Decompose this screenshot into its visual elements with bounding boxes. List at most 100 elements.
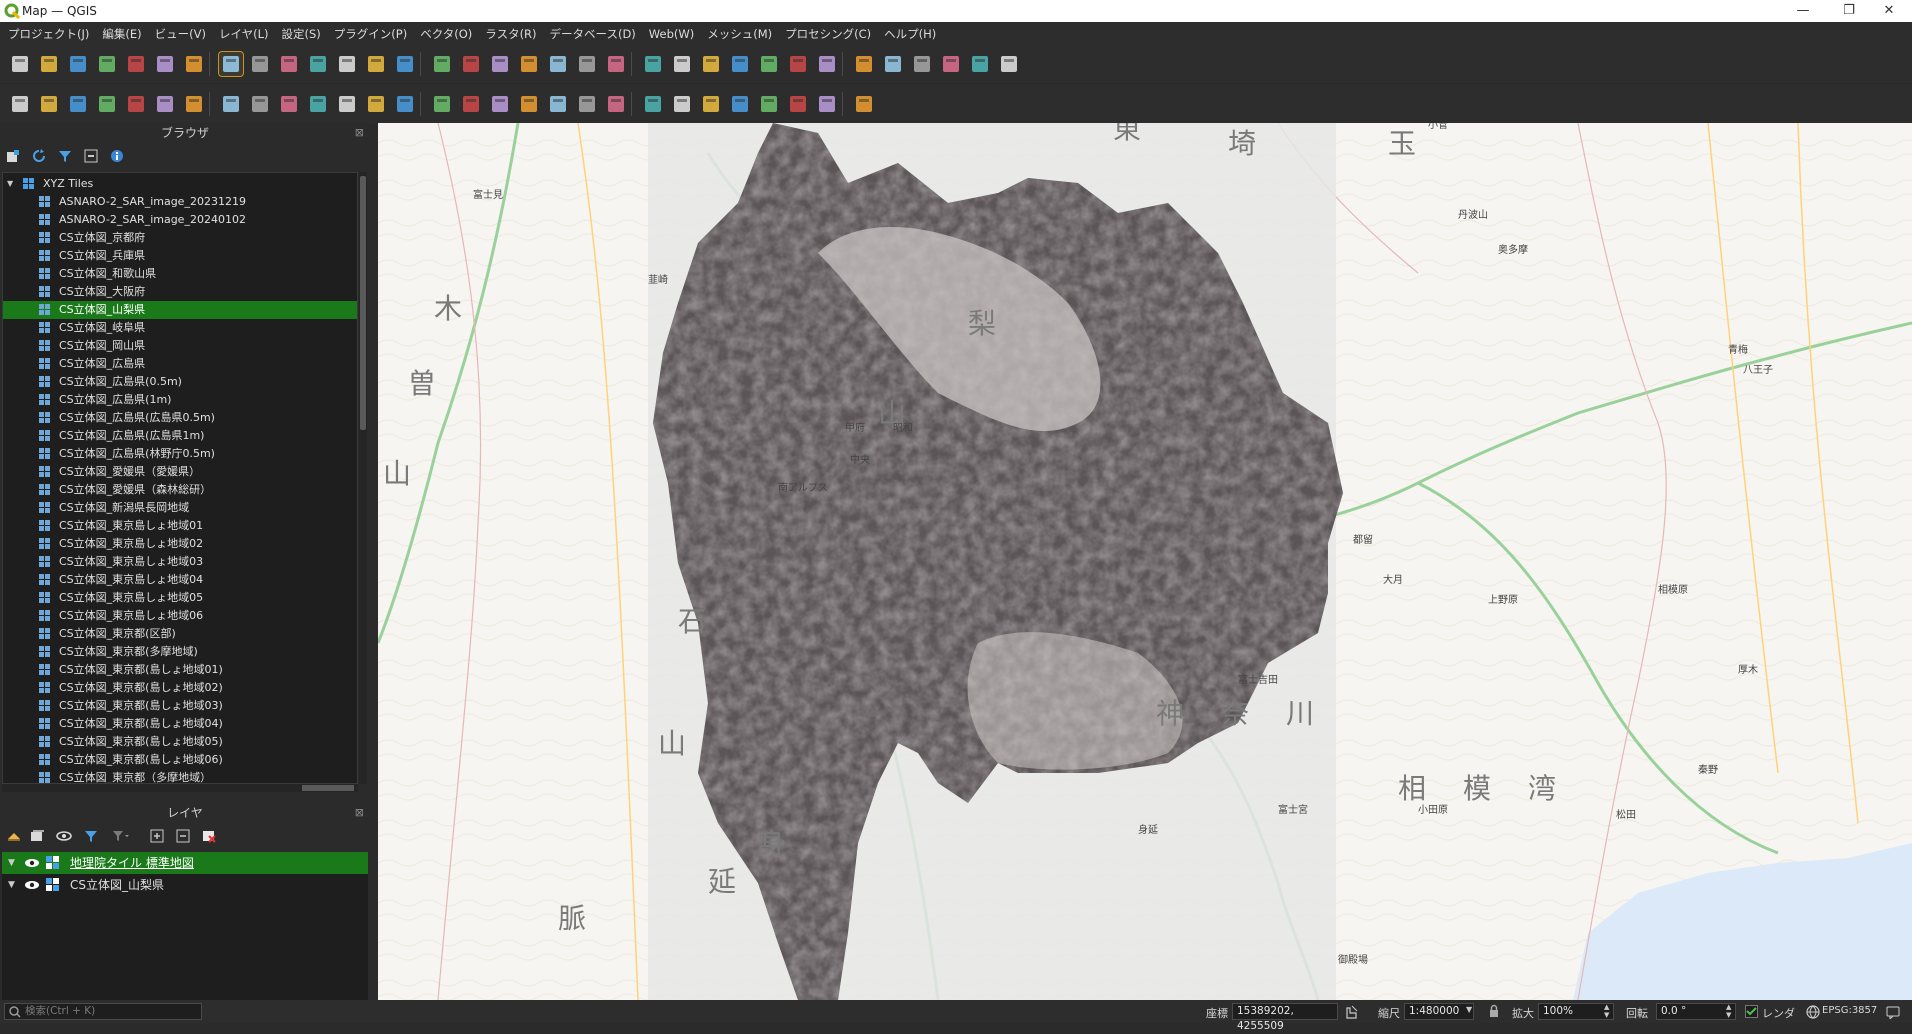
browser-item[interactable]: CS立体図_東京都（多摩地域）: [3, 769, 357, 783]
collapse-all-icon[interactable]: [84, 149, 98, 163]
map-canvas[interactable]: 木 曽 山 石 脈 山 身 延 山 梨 神 奈 川 相 模 湾 玉 埼 東 富士…: [378, 123, 1912, 1000]
browser-item[interactable]: CS立体図_広島県(1m): [3, 391, 357, 409]
osm-icon[interactable]: [757, 92, 781, 116]
new-geopackage-icon[interactable]: [37, 92, 61, 116]
label-change-icon[interactable]: [670, 92, 694, 116]
magnifier-field[interactable]: 100%: [1538, 1003, 1614, 1020]
digitize-icon[interactable]: [95, 92, 119, 116]
print-layout-icon[interactable]: [124, 52, 148, 76]
browser-item[interactable]: CS立体図_岡山県: [3, 337, 357, 355]
browser-item[interactable]: CS立体図_東京島しょ地域02: [3, 535, 357, 553]
globe-icon[interactable]: [1806, 1005, 1820, 1019]
refresh-icon[interactable]: [32, 149, 46, 163]
filter-legend-icon[interactable]: [84, 829, 98, 843]
zoom-in-icon[interactable]: [277, 52, 301, 76]
add-selected-layers-icon[interactable]: [6, 149, 20, 163]
select-by-value-icon[interactable]: [757, 52, 781, 76]
new-bookmark-icon[interactable]: [517, 52, 541, 76]
label-diagram-icon[interactable]: [699, 92, 723, 116]
label-move-icon[interactable]: [604, 92, 628, 116]
annotation-icon[interactable]: [997, 52, 1021, 76]
menu-help[interactable]: ヘルプ(H): [876, 22, 941, 42]
zoom-to-layer-icon[interactable]: [393, 52, 417, 76]
layout-manager-icon[interactable]: [153, 52, 177, 76]
layer-row-gsi-standard[interactable]: ▼ 地理院タイル 標準地図: [2, 852, 368, 874]
save-project-icon[interactable]: [66, 52, 90, 76]
lock-scale-icon[interactable]: [1488, 1004, 1500, 1018]
browser-item[interactable]: CS立体図_和歌山県: [3, 265, 357, 283]
browser-item[interactable]: CS立体図_東京都(島しょ地域02): [3, 679, 357, 697]
expand-all-icon[interactable]: [150, 829, 164, 843]
grid-icon[interactable]: [815, 92, 839, 116]
new-virtual-icon[interactable]: [182, 92, 206, 116]
browser-item[interactable]: CS立体図_広島県(広島県1m): [3, 427, 357, 445]
minimize-button[interactable]: —: [1780, 0, 1826, 22]
browser-item[interactable]: CS立体図_東京都(島しょ地域04): [3, 715, 357, 733]
panel-close-icon[interactable]: ⊠: [355, 123, 364, 143]
menu-mesh[interactable]: メッシュ(M): [699, 22, 777, 42]
browser-hscrollbar[interactable]: [2, 784, 358, 792]
pan-to-selection-icon[interactable]: [248, 52, 272, 76]
scale-field[interactable]: 1:480000: [1404, 1003, 1474, 1020]
browser-scrollbar[interactable]: [359, 172, 367, 784]
rotation-spin-icon[interactable]: ▲ ▼: [1726, 1003, 1731, 1019]
deselect-all-icon[interactable]: [728, 52, 752, 76]
browser-item[interactable]: CS立体図_広島県(広島県0.5m): [3, 409, 357, 427]
browser-item[interactable]: ASNARO-2_SAR_image_20240102: [3, 211, 357, 229]
menu-project[interactable]: プロジェクト(J): [0, 22, 94, 42]
zoom-full-icon[interactable]: [335, 52, 359, 76]
browser-item[interactable]: CS立体図_岐阜県: [3, 319, 357, 337]
temporal-icon[interactable]: [575, 52, 599, 76]
browser-item[interactable]: CS立体図_東京都(島しょ地域06): [3, 751, 357, 769]
zoom-to-selection-icon[interactable]: [364, 52, 388, 76]
browser-item[interactable]: CS立体図_大阪府: [3, 283, 357, 301]
menu-layer[interactable]: レイヤ(L): [211, 22, 274, 42]
menu-plugins[interactable]: プラグイン(P): [326, 22, 412, 42]
paste-icon[interactable]: [430, 92, 454, 116]
zoom-next-icon[interactable]: [488, 52, 512, 76]
browser-item[interactable]: CS立体図_京都府: [3, 229, 357, 247]
browser-item[interactable]: CS立体図_山梨県: [3, 301, 357, 319]
settings-icon[interactable]: [852, 52, 876, 76]
properties-icon[interactable]: [110, 149, 124, 163]
label-pin-icon[interactable]: [546, 92, 570, 116]
zoom-last-icon[interactable]: [459, 52, 483, 76]
select-features-icon[interactable]: [699, 52, 723, 76]
vertex-tool-icon[interactable]: [306, 92, 330, 116]
hscrollbar-thumb[interactable]: [302, 785, 354, 791]
label-show-icon[interactable]: [575, 92, 599, 116]
filter-icon[interactable]: [58, 149, 72, 163]
filter-expression-icon[interactable]: [112, 829, 130, 843]
crs-label[interactable]: EPSG:3857: [1822, 1005, 1877, 1016]
new-vertex-icon[interactable]: [66, 92, 90, 116]
label-rotate-icon[interactable]: [641, 92, 665, 116]
remove-layer-icon[interactable]: [202, 829, 216, 843]
menu-raster[interactable]: ラスタ(R): [477, 22, 541, 42]
data-source-manager-icon[interactable]: [8, 92, 32, 116]
menu-settings[interactable]: 設定(S): [274, 22, 326, 42]
collapse-all-icon[interactable]: [176, 829, 190, 843]
pan-map-icon[interactable]: [218, 51, 244, 77]
new-shapefile-icon[interactable]: [124, 92, 148, 116]
show-bookmarks-icon[interactable]: [546, 52, 570, 76]
tips-icon[interactable]: [939, 52, 963, 76]
map-render[interactable]: 木 曽 山 石 脈 山 身 延 山 梨 神 奈 川 相 模 湾 玉 埼 東 富士…: [378, 123, 1912, 1000]
browser-item[interactable]: CS立体図_東京島しょ地域05: [3, 589, 357, 607]
menu-web[interactable]: Web(W): [641, 23, 699, 41]
add-feature-icon[interactable]: [277, 92, 301, 116]
panel-close-icon[interactable]: ⊠: [355, 803, 364, 823]
open-project-icon[interactable]: [37, 52, 61, 76]
browser-item[interactable]: CS立体図_愛媛県（愛媛県）: [3, 463, 357, 481]
save-edits-icon[interactable]: [248, 92, 272, 116]
browser-item[interactable]: CS立体図_愛媛県（森林総研）: [3, 481, 357, 499]
menu-edit[interactable]: 編集(E): [94, 22, 146, 42]
browser-item[interactable]: CS立体図_東京島しょ地域06: [3, 607, 357, 625]
browser-item[interactable]: CS立体図_新潟県長岡地域: [3, 499, 357, 517]
new-spatialite-icon[interactable]: [153, 92, 177, 116]
map-tips-icon[interactable]: [968, 52, 992, 76]
expand-arrow-icon[interactable]: ▼: [8, 874, 15, 896]
browser-item[interactable]: CS立体図_東京都(多摩地域): [3, 643, 357, 661]
measure-icon[interactable]: [786, 52, 810, 76]
menu-view[interactable]: ビュー(V): [147, 22, 211, 42]
new-project-icon[interactable]: [8, 52, 32, 76]
